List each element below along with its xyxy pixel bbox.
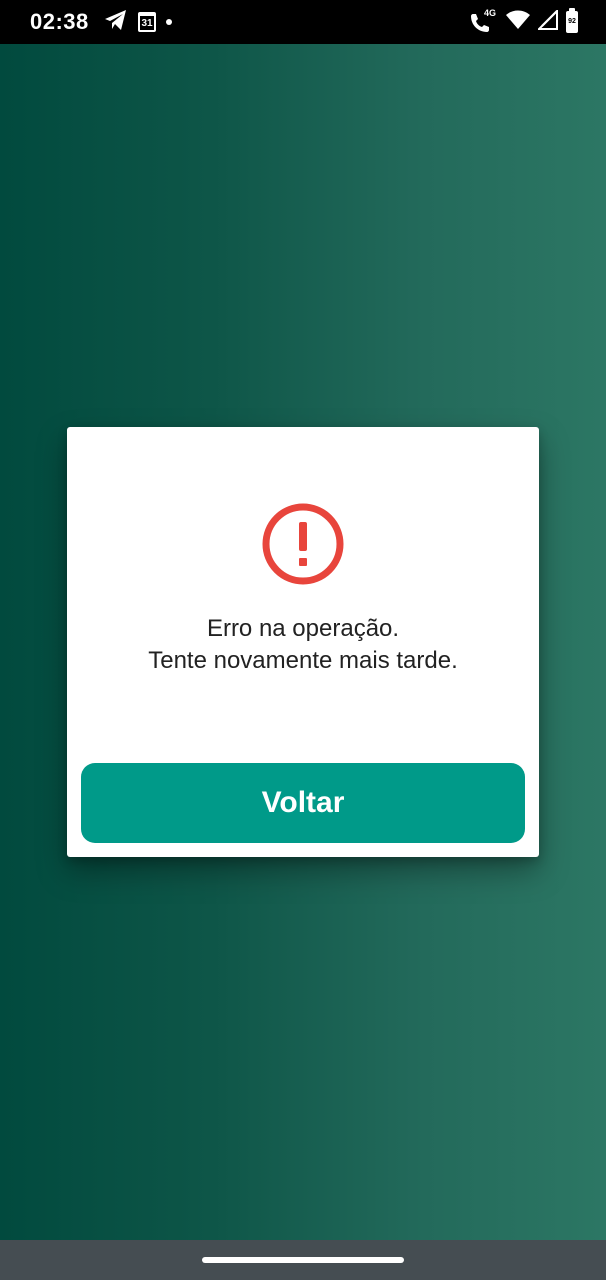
battery-icon: 92 (566, 8, 578, 33)
notification-dot (166, 19, 172, 25)
status-left-icons: 31 (104, 9, 172, 36)
error-message: Erro na operação. Tente novamente mais t… (67, 613, 539, 677)
status-right-icons: 4G 92 (470, 8, 578, 35)
battery-level: 92 (568, 18, 576, 25)
telegram-icon (104, 9, 128, 36)
error-alert-icon (262, 503, 344, 585)
error-dialog: Erro na operação. Tente novamente mais t… (67, 427, 539, 857)
network-type-label: 4G (484, 8, 497, 18)
error-message-line1: Erro na operação. (206, 615, 400, 642)
wifi-icon (506, 10, 530, 35)
status-time: 02:38 (30, 9, 89, 34)
status-bar: 02:38 31 4G 92 (0, 0, 606, 44)
error-message-line2: Tente novamente mais tarde. (148, 647, 458, 674)
signal-icon (536, 8, 558, 35)
navigation-bar (0, 1240, 606, 1280)
calendar-day: 31 (141, 17, 153, 29)
back-button[interactable]: Voltar (81, 763, 525, 843)
home-gesture-handle[interactable] (202, 1257, 404, 1263)
calendar-icon: 31 (138, 12, 156, 32)
wifi-call-icon: 4G (470, 8, 498, 34)
